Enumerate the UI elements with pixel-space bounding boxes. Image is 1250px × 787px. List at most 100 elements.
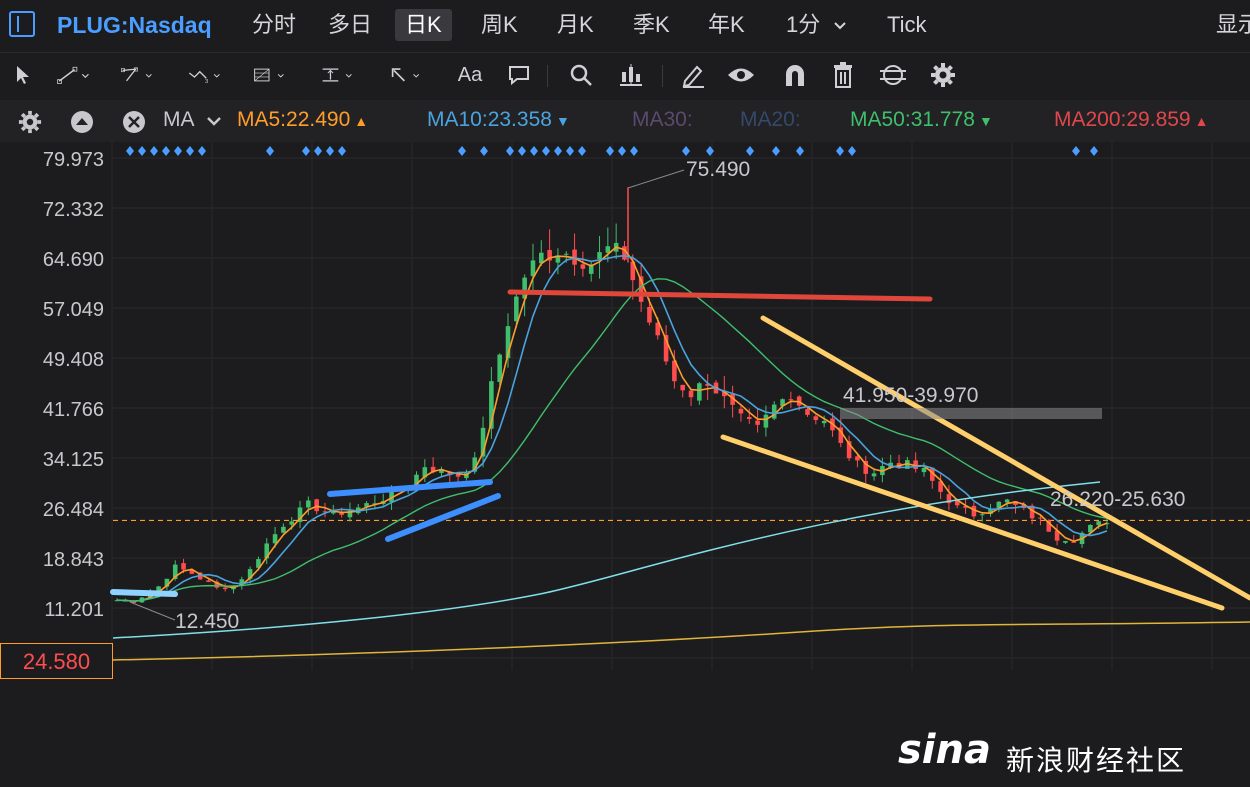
chevron-down-icon[interactable] — [205, 113, 223, 134]
candle-body — [272, 534, 278, 544]
tab-period-3[interactable]: 周K — [471, 9, 528, 41]
annotation-label: 12.450 — [175, 610, 239, 633]
candle-body — [222, 587, 228, 590]
tab-period-2[interactable]: 日K — [395, 9, 452, 41]
signal-marker — [174, 146, 182, 156]
signal-marker — [186, 146, 194, 156]
indicator-name[interactable]: MA — [163, 108, 195, 132]
candle-body — [281, 526, 286, 533]
candle-body — [314, 499, 319, 512]
chevron-down-icon[interactable] — [820, 12, 848, 37]
tab-period-5[interactable]: 季K — [623, 9, 680, 41]
signal-marker — [266, 146, 274, 156]
ma-item-0: MA5:22.490 ▲ — [237, 108, 369, 131]
y-tick-label: 49.408 — [43, 349, 104, 371]
candle-body — [738, 408, 744, 414]
candle-body — [821, 420, 827, 424]
symbol-title[interactable]: PLUG:Nasdaq — [57, 12, 212, 39]
text-tool-icon[interactable]: Aa — [452, 59, 488, 91]
signal-marker — [836, 146, 844, 156]
tab-period-6[interactable]: 年K — [698, 9, 755, 41]
tab-period-1[interactable]: 多日 — [318, 9, 382, 41]
signal-marker — [126, 146, 134, 156]
tab-period-0[interactable]: 分时 — [242, 9, 306, 41]
candle-body — [1004, 499, 1010, 503]
y-tick-label: 57.049 — [43, 299, 104, 321]
tab-period-7[interactable]: 1分 — [776, 9, 858, 41]
ma-item-5: MA200:29.859 ▲ — [1054, 108, 1209, 131]
signal-marker — [1090, 146, 1098, 156]
pen-icon[interactable] — [676, 59, 710, 91]
cursor-icon[interactable] — [6, 59, 40, 91]
signal-marker — [618, 146, 626, 156]
y-tick-label: 18.843 — [43, 549, 104, 571]
candle-body — [1063, 540, 1068, 543]
candle-body — [746, 416, 752, 419]
signal-marker — [796, 146, 804, 156]
ma-item-4: MA50:31.778 ▼ — [850, 108, 993, 131]
fib-tool-icon[interactable] — [252, 59, 286, 91]
signal-marker — [458, 146, 466, 156]
eye-icon[interactable] — [724, 59, 758, 91]
candle-body — [563, 253, 569, 255]
trendline-light-blue — [110, 589, 178, 597]
candle-body — [921, 468, 927, 473]
ma-trend-arrow: ▲ — [354, 113, 369, 129]
sync-icon[interactable] — [876, 59, 910, 91]
signal-marker — [326, 146, 334, 156]
candlestick-chart[interactable]: 79.973 72.332 64.690 57.049 49.408 41.766 34.1… — [0, 142, 1250, 670]
candle-body — [1038, 517, 1043, 519]
magnet-icon[interactable] — [778, 59, 812, 91]
annotation-label: 41.950-39.970 — [843, 384, 978, 407]
candle-body — [813, 416, 819, 421]
signal-marker — [302, 146, 310, 156]
candle-body — [605, 246, 611, 253]
signal-marker — [682, 146, 690, 156]
ma-item-3: MA20: — [740, 108, 801, 131]
drawing-toolbar: 3 Aa — [0, 52, 1250, 97]
display-menu[interactable]: 显示 — [1216, 9, 1250, 41]
annotation-label: 75.490 — [686, 158, 750, 181]
panel-toggle-icon[interactable] — [9, 11, 35, 37]
signal-marker — [630, 146, 638, 156]
signal-marker — [566, 146, 574, 156]
indicator-settings-icon[interactable] — [18, 110, 42, 139]
signal-marker — [706, 146, 714, 156]
close-icon[interactable] — [122, 110, 146, 139]
y-tick-label: 11.201 — [44, 599, 104, 621]
ma200-line — [112, 621, 1250, 661]
y-tick-label: 41.766 — [43, 399, 104, 421]
comment-tool-icon[interactable] — [502, 59, 536, 91]
signal-marker — [198, 146, 206, 156]
y-tick-label: 79.973 — [43, 149, 104, 171]
ma-trend-arrow: ▼ — [555, 113, 570, 129]
candle-body — [580, 264, 586, 269]
candle-body — [181, 563, 186, 570]
channel-tool-icon[interactable] — [120, 59, 154, 91]
wave-tool-icon[interactable]: 3 — [188, 59, 222, 91]
ma-item-1: MA10:23.358 ▼ — [427, 108, 570, 131]
signal-marker — [138, 146, 146, 156]
search-icon[interactable] — [564, 59, 598, 91]
settings-icon[interactable] — [926, 59, 960, 91]
signal-marker — [542, 146, 550, 156]
candle-body — [1096, 521, 1101, 526]
trash-icon[interactable] — [826, 59, 860, 91]
arrow-tool-icon[interactable] — [390, 59, 424, 91]
signal-marker — [506, 146, 514, 156]
candle-body — [597, 252, 602, 260]
annotation-leader — [627, 169, 685, 189]
annotation-label: 26.220-25.630 — [1050, 488, 1185, 511]
sina-watermark: sina 新浪财经社区 — [898, 727, 1238, 787]
candle-body — [763, 414, 769, 428]
tab-period-4[interactable]: 月K — [547, 9, 604, 41]
tab-period-8[interactable]: Tick — [877, 9, 937, 41]
candle-body — [805, 409, 810, 415]
collapse-icon[interactable] — [70, 110, 94, 139]
trendline-red-resistance — [507, 289, 933, 302]
signal-marker — [480, 146, 488, 156]
chart-area[interactable]: 79.973 72.332 64.690 57.049 49.408 41.766 34.1… — [0, 142, 1250, 776]
horizontal-line-icon[interactable] — [320, 59, 354, 91]
line-tool-icon[interactable] — [56, 59, 90, 91]
indicator-icon[interactable] — [614, 59, 648, 91]
